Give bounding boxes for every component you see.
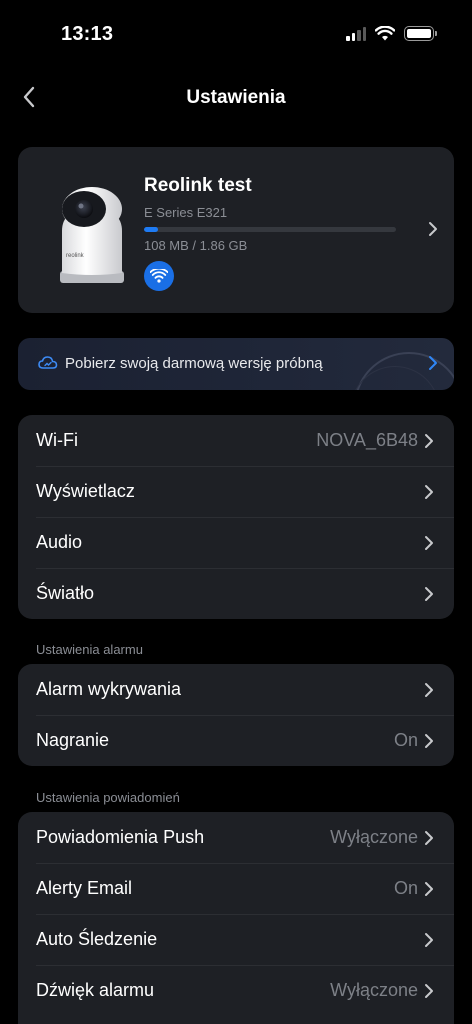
chevron-right-icon	[429, 356, 437, 370]
section-header-alarm: Ustawienia alarmu	[36, 642, 143, 657]
svg-text:reolink: reolink	[66, 253, 85, 259]
row-label: Dźwięk alarmu	[36, 980, 155, 1000]
row-label: Alarm wykrywania	[36, 679, 182, 699]
chevron-right-icon	[425, 983, 433, 998]
status-bar: 13:13	[0, 0, 472, 70]
storage-bar-fill	[144, 227, 159, 232]
row-label: Nagranie	[36, 730, 110, 750]
row-label: Alerty Email	[36, 878, 133, 898]
trial-banner[interactable]: Pobierz swoją darmową wersję próbną	[18, 338, 454, 390]
row-value: On	[393, 730, 418, 750]
chevron-right-icon	[425, 733, 433, 748]
wifi-icon	[150, 269, 168, 283]
storage-bar	[144, 227, 396, 232]
notification-settings-group: Powiadomienia Push Wyłączone Alerty Emai…	[18, 812, 454, 1024]
section-header-notifications: Ustawienia powiadomień	[36, 790, 180, 805]
row-value: NOVA_6B48	[316, 430, 418, 450]
chevron-right-icon	[425, 830, 433, 845]
settings-row-alarm-sound[interactable]: Dźwięk alarmu Wyłączone	[18, 965, 454, 1016]
camera-image: reolink	[60, 187, 124, 283]
wifi-icon	[375, 26, 395, 41]
row-label: Światło	[36, 583, 95, 603]
settings-row-email[interactable]: Alerty Email On	[18, 863, 454, 914]
chevron-right-icon	[425, 932, 433, 947]
row-value: Wyłączone	[330, 980, 418, 1000]
row-label: Wi-Fi	[36, 430, 78, 450]
cellular-signal-icon	[346, 26, 366, 41]
device-card[interactable]: reolink Reolink test E Series E321 108 M…	[18, 147, 454, 313]
chevron-right-icon	[425, 433, 433, 448]
trial-banner-text: Pobierz swoją darmową wersję próbną	[65, 355, 323, 372]
alarm-settings-group: Alarm wykrywania Nagranie On	[18, 664, 454, 766]
row-label: Audio	[36, 532, 83, 552]
settings-row-audio[interactable]: Audio	[18, 517, 454, 568]
settings-row-light[interactable]: Światło	[18, 568, 454, 619]
row-label: Wyświetlacz	[36, 481, 135, 501]
row-value: Wyłączone	[330, 827, 418, 847]
settings-row-auto-tracking[interactable]: Auto Śledzenie	[18, 914, 454, 965]
nav-bar: Ustawienia	[0, 70, 472, 126]
settings-row-display[interactable]: Wyświetlacz	[18, 466, 454, 517]
chevron-right-icon	[425, 586, 433, 601]
battery-icon	[404, 26, 437, 41]
cloud-icon	[38, 356, 58, 369]
chevron-right-icon	[429, 222, 437, 236]
chevron-right-icon	[425, 881, 433, 896]
row-label: Powiadomienia Push	[36, 827, 205, 847]
row-label: Auto Śledzenie	[36, 929, 158, 949]
settings-row-recording[interactable]: Nagranie On	[18, 715, 454, 766]
wifi-status-badge	[144, 261, 174, 291]
status-time: 13:13	[61, 23, 114, 45]
settings-row-push[interactable]: Powiadomienia Push Wyłączone	[18, 812, 454, 863]
storage-text: 108 MB / 1.86 GB	[144, 238, 248, 253]
device-name: Reolink test	[144, 175, 252, 196]
chevron-right-icon	[425, 484, 433, 499]
settings-row-detection-alarm[interactable]: Alarm wykrywania	[18, 664, 454, 715]
page-title: Ustawienia	[186, 87, 286, 108]
chevron-right-icon	[425, 682, 433, 697]
row-value: On	[393, 878, 418, 898]
status-icons	[346, 26, 437, 41]
settings-row-wifi[interactable]: Wi-Fi NOVA_6B48	[18, 415, 454, 466]
chevron-right-icon	[425, 535, 433, 550]
device-settings-group: Wi-Fi NOVA_6B48 Wyświetlacz Audio Światł…	[18, 415, 454, 619]
device-model: E Series E321	[144, 205, 228, 220]
